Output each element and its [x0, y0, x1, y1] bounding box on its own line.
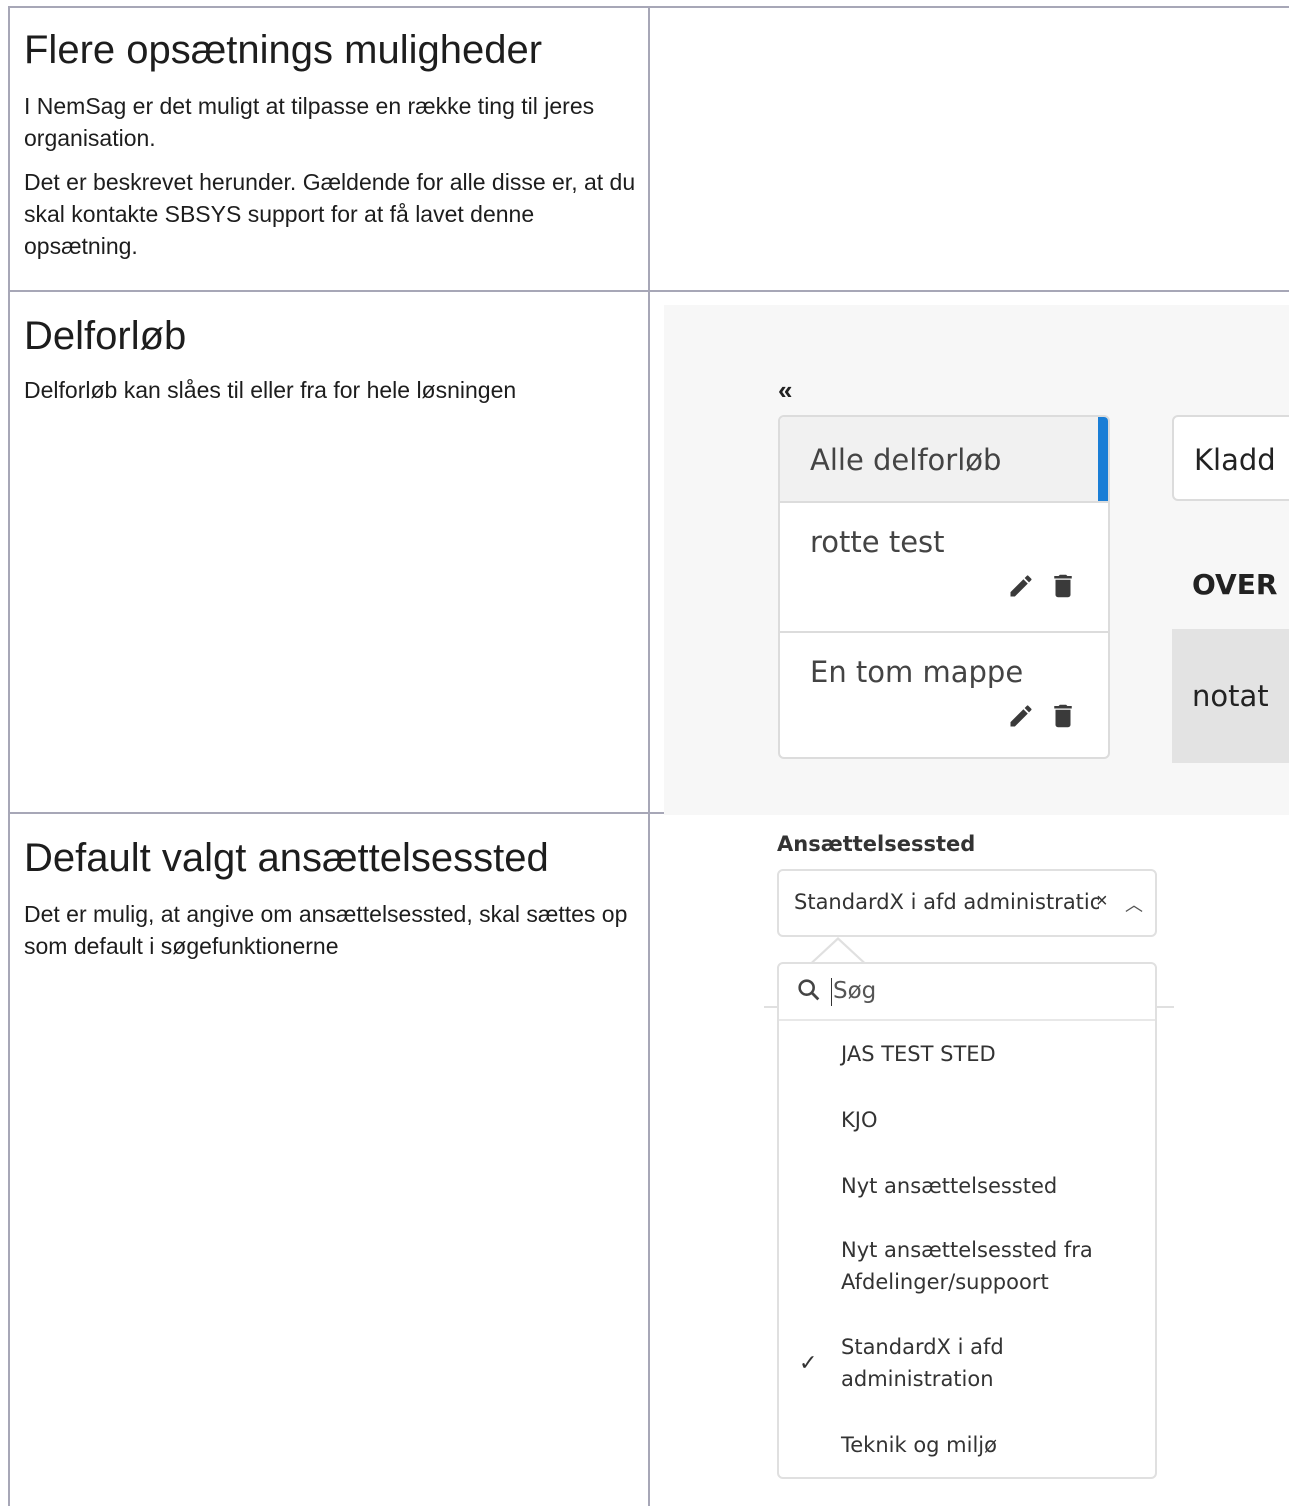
default-ansat-paragraph: Det er mulig, at angive om ansættelsesst… [24, 901, 628, 959]
active-indicator [1098, 417, 1108, 501]
notat-row[interactable]: notat [1172, 629, 1289, 763]
pencil-icon[interactable] [1007, 572, 1035, 600]
intro-paragraph-1: I NemSag er det muligt at tilpasse en ræ… [24, 93, 595, 151]
search-icon [798, 979, 820, 1001]
delforlob-item-en-tom-mappe[interactable]: En tom mappe [780, 633, 1108, 757]
kladde-tab[interactable]: Kladd [1172, 415, 1289, 501]
intro-cell: Flere opsætnings muligheder I NemSag er … [24, 26, 644, 262]
delforlob-item-all[interactable]: Alle delforløb [780, 417, 1108, 503]
default-ansat-cell: Default valgt ansættelsessted Det er mul… [24, 834, 644, 962]
clear-icon[interactable]: × [1096, 890, 1108, 913]
dropdown-option[interactable]: Teknik og miljø [841, 1429, 997, 1461]
dropdown-caret-fill [812, 940, 864, 964]
delforlob-item-label: rotte test [810, 525, 945, 559]
ansat-dropdown: Søg JAS TEST STED KJO Nyt ansættelsesste… [777, 962, 1157, 1479]
item-actions [1007, 699, 1078, 732]
delforlob-cell: Delforløb Delforløb kan slåes til eller … [24, 312, 644, 406]
dropdown-option-selected[interactable]: StandardX i afd administration [841, 1331, 1041, 1395]
delforlob-item-label: Alle delforløb [810, 443, 1002, 477]
chevron-up-icon[interactable]: ︿ [1125, 891, 1143, 917]
table-border-left [8, 6, 10, 1506]
checkmark-icon: ✓ [799, 1350, 818, 1375]
table-column-divider [648, 6, 650, 1506]
trash-icon[interactable] [1048, 570, 1078, 602]
intro-paragraph-2: Det er beskrevet herunder. Gældende for … [24, 169, 636, 259]
over-heading: OVER [1192, 568, 1278, 601]
delforlob-item-rotte-test[interactable]: rotte test [780, 503, 1108, 633]
delforlob-item-label: En tom mappe [810, 655, 1024, 689]
dropdown-option[interactable]: Nyt ansættelsessted fra Afdelinger/suppo… [841, 1234, 1101, 1298]
ansat-select[interactable]: StandardX i afd administration × ︿ [777, 869, 1157, 937]
item-actions [1007, 569, 1078, 602]
dropdown-option[interactable]: KJO [841, 1104, 878, 1136]
dropdown-option[interactable]: Nyt ansættelsessted [841, 1170, 1057, 1202]
intro-title: Flere opsætnings muligheder [24, 28, 543, 72]
collapse-icon[interactable]: « [778, 375, 792, 406]
ansat-selected-value: StandardX i afd administration [794, 890, 1099, 914]
default-ansat-title: Default valgt ansættelsessted [24, 836, 549, 880]
text-cursor [831, 978, 832, 1006]
delforlob-paragraph: Delforløb kan slåes til eller fra for he… [24, 377, 517, 403]
trash-icon[interactable] [1048, 700, 1078, 732]
delforlob-screenshot: « Alle delforløb rotte test En tom mappe… [664, 305, 1289, 815]
dropdown-option[interactable]: JAS TEST STED [841, 1038, 996, 1070]
pencil-icon[interactable] [1007, 702, 1035, 730]
search-input[interactable]: Søg [833, 978, 876, 1004]
delforlob-panel: Alle delforløb rotte test En tom mappe [778, 415, 1110, 759]
ansat-field-label: Ansættelsessted [777, 832, 976, 856]
delforlob-title: Delforløb [24, 314, 187, 358]
dropdown-search[interactable]: Søg [779, 964, 1155, 1021]
